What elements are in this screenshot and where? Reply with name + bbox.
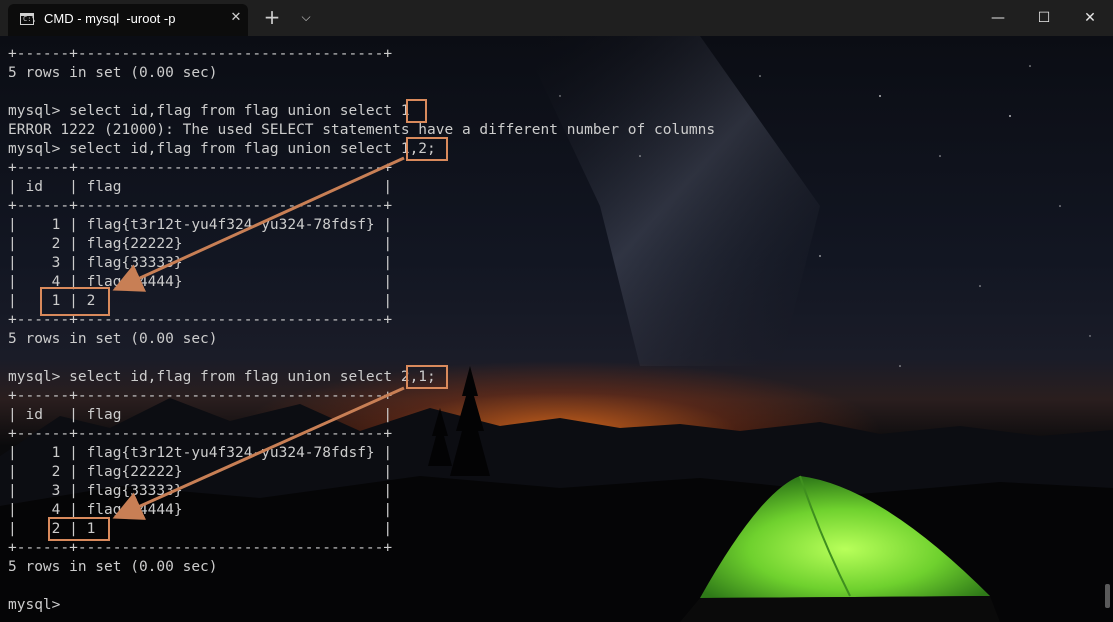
terminal-line: | 3 | flag{33333} | (8, 255, 393, 271)
terminal-line: mysql> select id,flag from flag union se… (8, 369, 436, 385)
terminal-line: +------+--------------------------------… (8, 160, 393, 176)
terminal-line: | 1 | flag{t3r12t-yu4f324-yu324-78fdsf} … (8, 445, 393, 461)
terminal-line: ERROR 1222 (21000): The used SELECT stat… (8, 122, 716, 138)
terminal-line: 5 rows in set (0.00 sec) (8, 559, 218, 575)
terminal-line: mysql> (8, 597, 61, 613)
title-bar: C:\ CMD - mysql -uroot -p ✕ + ⌵ — ☐ ✕ (0, 0, 1113, 36)
terminal-output: +------+--------------------------------… (8, 45, 715, 615)
terminal-line: | 2 | flag{22222} | (8, 236, 393, 252)
new-tab-button[interactable]: + (262, 7, 282, 27)
maximize-button[interactable]: ☐ (1021, 0, 1067, 36)
terminal-line: +------+--------------------------------… (8, 46, 393, 62)
close-tab-icon[interactable]: ✕ (228, 10, 244, 26)
terminal-line: | 4 | flag{44444} | (8, 502, 393, 518)
terminal-line: | 2 | flag{22222} | (8, 464, 393, 480)
terminal-line: mysql> select id,flag from flag union se… (8, 141, 436, 157)
tab-title: CMD - mysql -uroot -p (44, 11, 176, 26)
close-window-button[interactable]: ✕ (1067, 0, 1113, 36)
terminal-line: | 1 | flag{t3r12t-yu4f324-yu324-78fdsf} … (8, 217, 393, 233)
terminal-line: | id | flag | (8, 407, 393, 423)
terminal-area[interactable]: +------+--------------------------------… (0, 36, 1113, 622)
terminal-line: | 3 | flag{33333} | (8, 483, 393, 499)
cmd-console-icon: C:\ (20, 13, 36, 25)
terminal-line: +------+--------------------------------… (8, 540, 393, 556)
terminal-line: mysql> select id,flag from flag union se… (8, 103, 410, 119)
terminal-line: +------+--------------------------------… (8, 312, 393, 328)
scrollbar[interactable] (1105, 584, 1110, 608)
terminal-line: | 4 | flag{44444} | (8, 274, 393, 290)
terminal-line: | id | flag | (8, 179, 393, 195)
terminal-line: +------+--------------------------------… (8, 198, 393, 214)
terminal-line: +------+--------------------------------… (8, 426, 393, 442)
terminal-line: 5 rows in set (0.00 sec) (8, 331, 218, 347)
tab-cmd[interactable]: C:\ CMD - mysql -uroot -p ✕ (8, 4, 248, 36)
minimize-button[interactable]: — (975, 0, 1021, 36)
terminal-line: | 1 | 2 | (8, 293, 393, 309)
terminal-line: +------+--------------------------------… (8, 388, 393, 404)
terminal-line: | 2 | 1 | (8, 521, 393, 537)
chevron-down-icon[interactable]: ⌵ (296, 9, 316, 25)
terminal-line: 5 rows in set (0.00 sec) (8, 65, 218, 81)
